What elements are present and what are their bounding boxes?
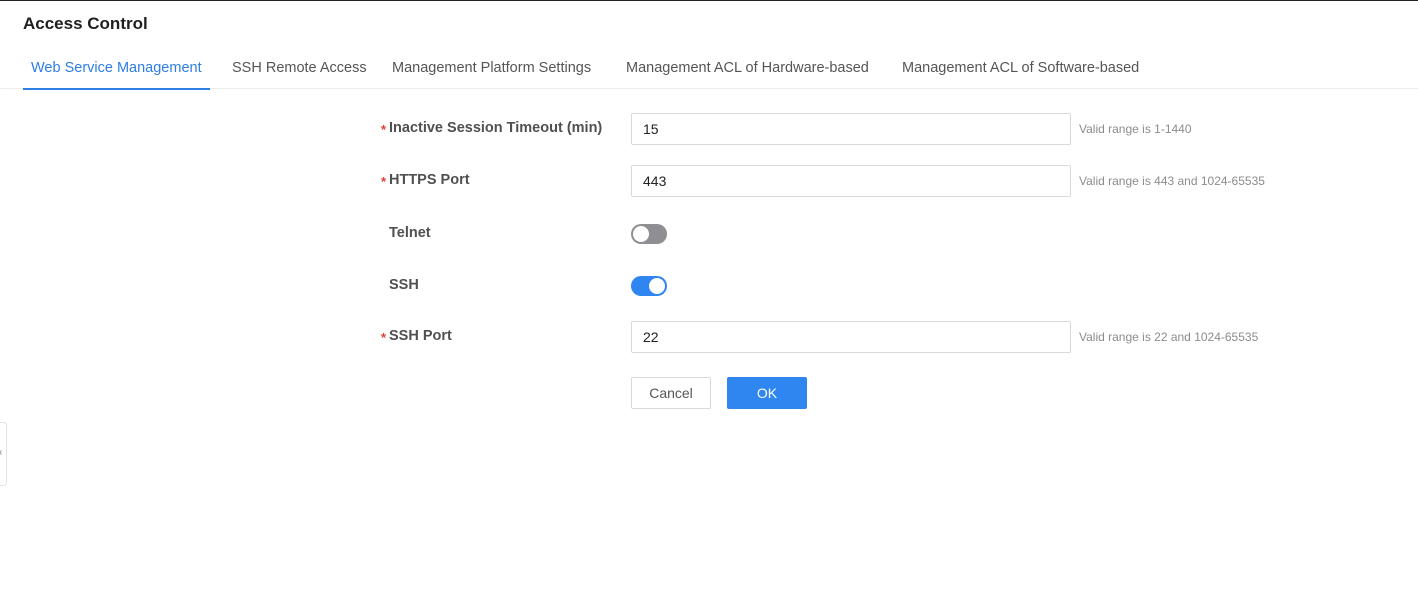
tab-bar: Web Service Management SSH Remote Access… (0, 52, 1418, 90)
form-row-timeout: * Inactive Session Timeout (min) Valid r… (0, 113, 1418, 145)
page-title: Access Control (23, 14, 148, 33)
ssh-port-label: SSH Port (389, 328, 452, 344)
tab-management-platform-settings[interactable]: Management Platform Settings (384, 52, 599, 89)
sidebar-collapse-handle[interactable]: ‹ (0, 422, 7, 486)
tab-web-service-management[interactable]: Web Service Management (23, 52, 210, 90)
ssh-toggle[interactable] (631, 276, 667, 296)
ok-button[interactable]: OK (727, 377, 807, 409)
telnet-toggle[interactable] (631, 224, 667, 244)
form-row-telnet: Telnet (0, 218, 1418, 250)
ssh-label: SSH (389, 277, 419, 293)
form-row-https-port: * HTTPS Port Valid range is 443 and 1024… (0, 165, 1418, 197)
timeout-input[interactable] (631, 113, 1071, 145)
ssh-port-input[interactable] (631, 321, 1071, 353)
https-port-label: HTTPS Port (389, 172, 470, 188)
tab-management-acl-software[interactable]: Management ACL of Software-based (894, 52, 1147, 89)
top-border (0, 0, 1418, 1)
timeout-hint: Valid range is 1-1440 (1079, 122, 1192, 136)
https-port-input[interactable] (631, 165, 1071, 197)
form-row-ssh-port: * SSH Port Valid range is 22 and 1024-65… (0, 321, 1418, 353)
telnet-label: Telnet (389, 225, 431, 241)
ssh-port-hint: Valid range is 22 and 1024-65535 (1079, 330, 1259, 344)
https-port-hint: Valid range is 443 and 1024-65535 (1079, 174, 1265, 188)
toggle-knob (633, 226, 649, 242)
cancel-button[interactable]: Cancel (631, 377, 711, 409)
form-row-ssh: SSH (0, 270, 1418, 302)
required-mark: * (381, 330, 387, 345)
chevron-left-icon: ‹ (0, 447, 2, 458)
tab-ssh-remote-access[interactable]: SSH Remote Access (224, 52, 375, 89)
tab-management-acl-hardware[interactable]: Management ACL of Hardware-based (618, 52, 877, 89)
required-mark: * (381, 122, 387, 137)
timeout-label: Inactive Session Timeout (min) (389, 120, 603, 136)
toggle-knob (649, 278, 665, 294)
required-mark: * (381, 174, 387, 189)
